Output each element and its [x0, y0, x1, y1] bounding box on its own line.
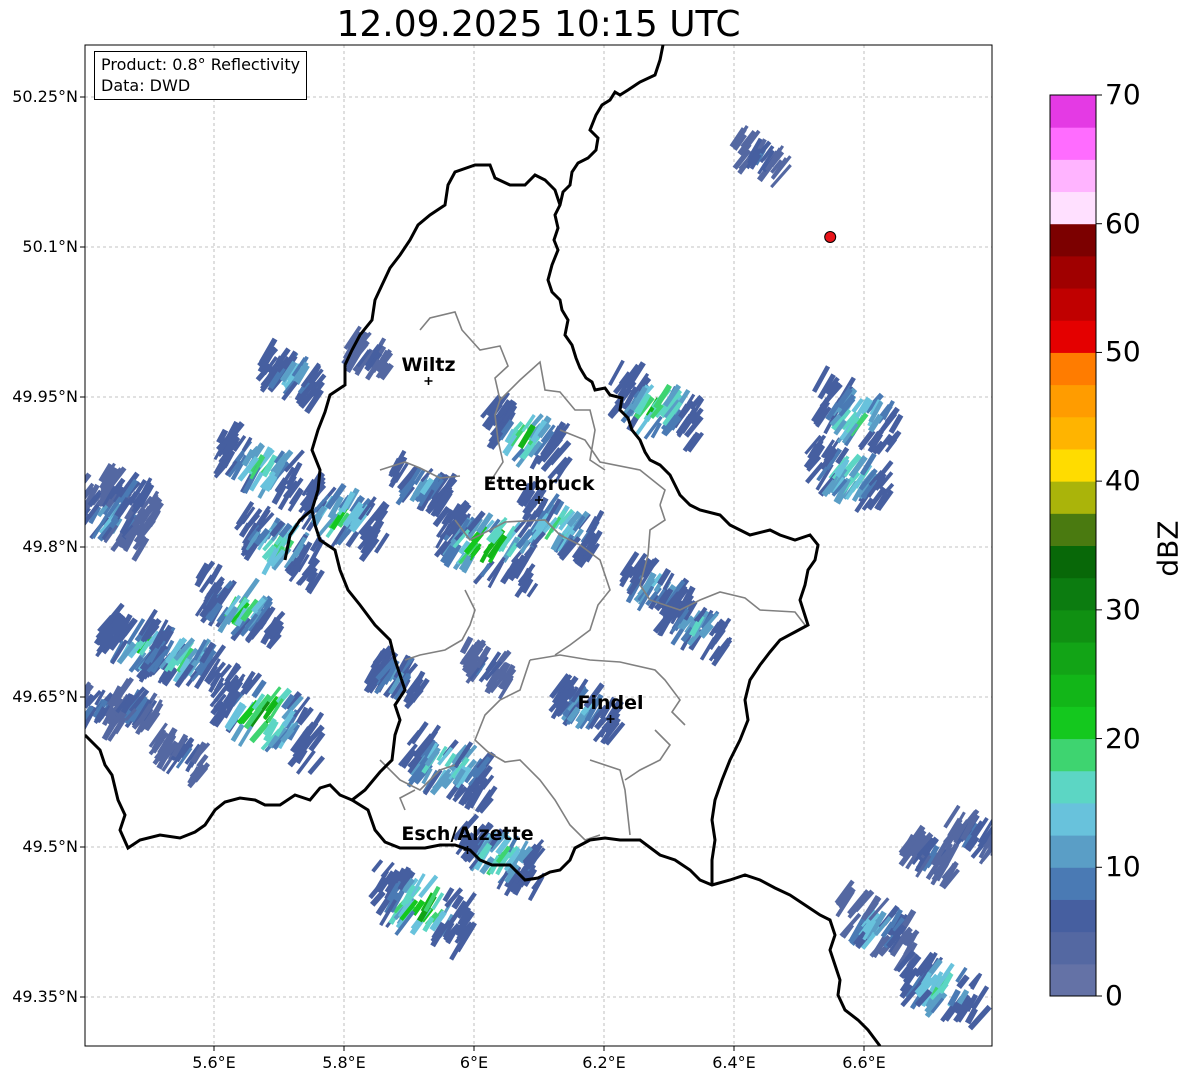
colorbar-swatch: [1050, 931, 1096, 965]
y-tick-label: 49.95°N: [12, 387, 78, 406]
colorbar-swatch: [1050, 706, 1096, 740]
colorbar-swatch: [1050, 416, 1096, 450]
colorbar-tick-label: 70: [1105, 78, 1141, 111]
city-marker-icon: [424, 377, 433, 385]
colorbar-swatch: [1050, 609, 1096, 643]
radar-echoes: [68, 125, 992, 1031]
axis-ticks: [80, 96, 865, 1051]
city-label: Findel: [577, 692, 643, 714]
radar-site-marker: [824, 231, 837, 243]
colorbar-swatch: [1050, 770, 1096, 804]
colorbar-swatch: [1050, 481, 1096, 514]
echo-cell: [652, 587, 733, 667]
x-tick-label: 6°E: [459, 1053, 489, 1072]
x-tick-label: 6.6°E: [842, 1053, 886, 1072]
borders: [85, 45, 882, 1046]
colorbar-tick-label: 40: [1105, 464, 1141, 498]
colorbar-tick-label: 60: [1105, 206, 1141, 240]
echo-cell: [194, 560, 286, 650]
echo-cell: [459, 636, 517, 700]
colorbar-swatch: [1050, 384, 1096, 418]
colorbar-swatch: [1050, 255, 1096, 289]
y-tick-label: 49.8°N: [22, 537, 78, 556]
city-label: Esch/Alzette: [401, 823, 533, 845]
y-tick-label: 50.25°N: [12, 87, 78, 106]
canton-boundaries: [379, 311, 806, 841]
x-tick-label: 6.4°E: [712, 1053, 756, 1072]
echo-cell: [729, 125, 792, 189]
colorbar-tick-label: 10: [1105, 850, 1141, 884]
echo-cell: [255, 337, 327, 415]
colorbar-swatch: [1050, 577, 1096, 611]
echo-cell: [811, 365, 904, 455]
product-info-box: Product: 0.8° Reflectivity Data: DWD: [94, 51, 308, 100]
colorbar-swatch: [1050, 448, 1096, 482]
colorbar-swatch: [1050, 95, 1096, 128]
echo-bin: [73, 485, 84, 499]
colorbar-swatch: [1050, 223, 1096, 257]
colorbar-swatch: [1050, 867, 1096, 900]
colorbar-swatch: [1050, 545, 1096, 579]
echo-cell: [93, 602, 187, 687]
product-label: Product: 0.8° Reflectivity: [101, 55, 301, 74]
x-tick-label: 6.2°E: [582, 1053, 626, 1072]
colorbar-swatch: [1050, 127, 1096, 160]
echo-bin: [85, 481, 86, 509]
x-tick-label: 5.6°E: [192, 1053, 236, 1072]
city-label: Wiltz: [401, 354, 455, 376]
echo-bin: [479, 563, 491, 578]
colorbar-swatch: [1050, 738, 1096, 772]
city-label: Ettelbruck: [484, 473, 595, 495]
y-tick-label: 49.65°N: [12, 687, 78, 706]
echo-bin: [68, 494, 84, 518]
echo-bin: [587, 509, 605, 535]
echo-bin: [371, 859, 384, 873]
colorbar-swatch: [1050, 802, 1096, 836]
colorbar-tick-label: 20: [1105, 721, 1141, 755]
colorbar: [1049, 94, 1102, 997]
colorbar-tick-label: 0: [1105, 979, 1123, 1012]
radar-site-icon: [824, 231, 837, 243]
map-plot: Wiltz Ettelbruck Findel Esch/Alzette: [68, 44, 1102, 1051]
colorbar-swatch: [1050, 899, 1096, 933]
colorbar-swatch: [1050, 835, 1096, 868]
colorbar-swatch: [1050, 513, 1096, 546]
colorbar-swatch: [1050, 963, 1096, 997]
plot-frame: [84, 44, 993, 1047]
data-source-label: Data: DWD: [101, 76, 191, 95]
colorbar-swatch: [1050, 191, 1096, 225]
colorbar-tick-label: 50: [1105, 335, 1141, 369]
colorbar-swatch: [1050, 288, 1096, 321]
colorbar-swatch: [1050, 674, 1096, 707]
colorbar-tick-label: 30: [1105, 592, 1141, 626]
colorbar-swatch: [1050, 320, 1096, 353]
echo-cell: [432, 491, 540, 599]
echo-bin: [68, 479, 84, 500]
radar-figure: 12.09.2025 10:15 UTC Wiltz Ettelbruck Find…: [0, 0, 1184, 1081]
grid-lines: [85, 45, 992, 1046]
colorbar-swatch: [1050, 352, 1096, 386]
colorbar-title: dBZ: [1151, 520, 1184, 577]
y-tick-label: 50.1°N: [22, 237, 78, 256]
echo-cell: [480, 391, 573, 484]
x-tick-label: 5.8°E: [322, 1053, 366, 1072]
colorbar-swatch: [1050, 642, 1096, 675]
y-tick-label: 49.35°N: [12, 987, 78, 1006]
echo-cell: [148, 722, 211, 789]
echo-cell: [209, 662, 326, 776]
echo-cell: [213, 420, 305, 512]
colorbar-swatch: [1050, 159, 1096, 193]
echo-cell: [368, 859, 477, 961]
y-tick-label: 49.5°N: [22, 837, 78, 856]
